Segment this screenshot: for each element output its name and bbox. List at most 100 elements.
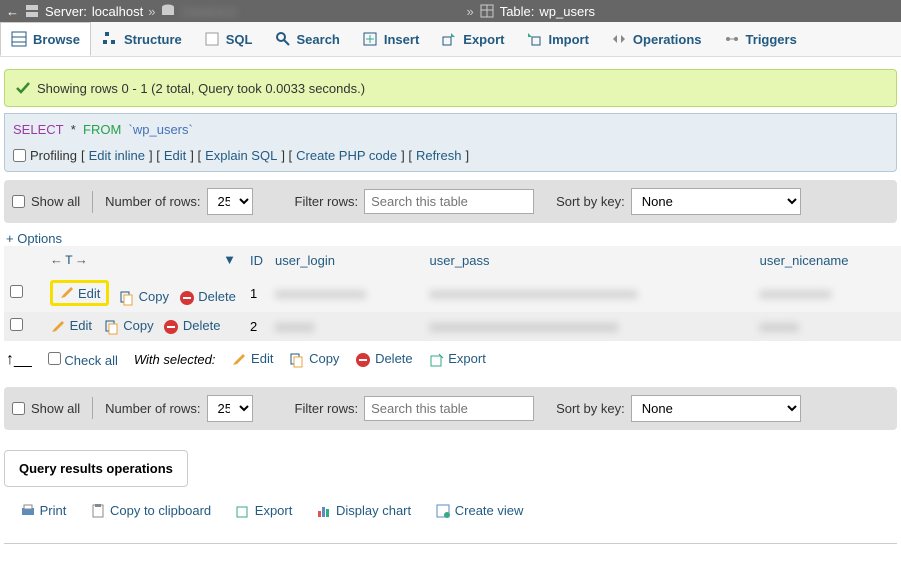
separator: »	[148, 4, 155, 19]
copy-link[interactable]: Copy	[123, 318, 153, 333]
filter-label: Filter rows:	[295, 194, 359, 209]
cell-user-nicename: xxxxxxxxxxx	[760, 286, 832, 301]
left-arrow-icon[interactable]: ←	[6, 4, 19, 19]
show-all-checkbox[interactable]	[12, 402, 25, 415]
check-all-checkbox[interactable]	[48, 352, 61, 365]
tab-import[interactable]: Import	[515, 22, 599, 56]
query-box: SELECT * FROM `wp_users` Profiling [ Edi…	[4, 113, 897, 172]
server-link[interactable]: localhost	[92, 4, 143, 19]
success-message: Showing rows 0 - 1 (2 total, Query took …	[4, 69, 897, 107]
export-icon	[441, 31, 457, 47]
table-link[interactable]: wp_users	[539, 4, 595, 19]
chart-link[interactable]: Display chart	[336, 503, 411, 518]
bulk-delete[interactable]: Delete	[375, 351, 413, 366]
col-user-login[interactable]: user_login	[269, 246, 424, 274]
sort-select[interactable]: None	[631, 395, 801, 422]
copy-icon	[104, 319, 120, 335]
sql-icon	[204, 31, 220, 47]
bulk-copy[interactable]: Copy	[309, 351, 339, 366]
database-label[interactable]: Database	[181, 4, 461, 19]
insert-icon	[362, 31, 378, 47]
tab-triggers[interactable]: Triggers	[713, 22, 808, 56]
print-icon	[20, 503, 36, 519]
copy-icon	[119, 290, 135, 306]
cell-user-nicename: xxxxxx	[760, 319, 799, 334]
sort-label: Sort by key:	[556, 194, 625, 209]
col-user-pass[interactable]: user_pass	[424, 246, 754, 274]
operations-icon	[611, 31, 627, 47]
delete-icon	[179, 290, 195, 306]
sort-label: Sort by key:	[556, 401, 625, 416]
export-icon	[235, 503, 251, 519]
results-ops-title: Query results operations	[4, 450, 188, 487]
top-toolbar: Show all Number of rows: 25 Filter rows:…	[4, 180, 897, 223]
import-icon	[526, 31, 542, 47]
edit-link[interactable]: Edit	[78, 286, 100, 301]
show-all-label: Show all	[31, 194, 80, 209]
tab-operations[interactable]: Operations	[600, 22, 713, 56]
tab-browse[interactable]: Browse	[0, 22, 91, 56]
delete-link[interactable]: Delete	[198, 289, 236, 304]
tab-insert[interactable]: Insert	[351, 22, 430, 56]
triggers-icon	[724, 31, 740, 47]
filter-input[interactable]	[364, 396, 534, 421]
col-user-nicename[interactable]: user_nicename	[754, 246, 901, 274]
bulk-export[interactable]: Export	[448, 351, 486, 366]
cell-user-pass: xxxxxxxxxxxxxxxxxxxxxxxxxxxxx	[430, 319, 619, 334]
tab-structure[interactable]: Structure	[91, 22, 193, 56]
edit-link[interactable]: Edit	[70, 318, 92, 333]
query-links: Profiling [ Edit inline ] [ Edit ] [ Exp…	[13, 148, 888, 163]
row-checkbox[interactable]	[10, 318, 23, 331]
column-nav[interactable]: ←T→▼	[44, 246, 244, 274]
export-link[interactable]: Export	[255, 503, 293, 518]
top-tabs: Browse Structure SQL Search Insert Expor…	[0, 22, 901, 57]
filter-input[interactable]	[364, 189, 534, 214]
num-rows-label: Number of rows:	[105, 401, 200, 416]
explain-link[interactable]: Explain SQL	[205, 148, 277, 163]
results-table: ←T→▼ ID user_login user_pass user_nicena…	[4, 246, 901, 341]
cell-user-login: xxxxxx	[275, 319, 314, 334]
show-all-label: Show all	[31, 401, 80, 416]
edit-highlight: Edit	[50, 280, 109, 306]
tab-sql[interactable]: SQL	[193, 22, 264, 56]
with-selected-label: With selected:	[134, 352, 216, 367]
bulk-edit[interactable]: Edit	[251, 351, 273, 366]
bottom-toolbar: Show all Number of rows: 25 Filter rows:…	[4, 387, 897, 430]
bulk-actions: ↑__ Check all With selected: Edit Copy D…	[0, 341, 901, 379]
copy-icon	[289, 352, 305, 368]
num-rows-select[interactable]: 25	[207, 188, 253, 215]
col-id[interactable]: ID	[244, 246, 269, 274]
browse-icon	[11, 31, 27, 47]
row-checkbox[interactable]	[10, 285, 23, 298]
pencil-icon	[231, 352, 247, 368]
print-link[interactable]: Print	[40, 503, 67, 518]
clipboard-link[interactable]: Copy to clipboard	[110, 503, 211, 518]
tab-search[interactable]: Search	[264, 22, 351, 56]
delete-link[interactable]: Delete	[183, 318, 221, 333]
sql-query: SELECT * FROM `wp_users`	[13, 122, 888, 138]
cell-user-pass: xxxxxxxxxxxxxxxxxxxxxxxxxxxxxxxx	[430, 286, 638, 301]
sort-select[interactable]: None	[631, 188, 801, 215]
copy-link[interactable]: Copy	[139, 289, 169, 304]
search-icon	[275, 31, 291, 47]
edit-inline-link[interactable]: Edit inline	[89, 148, 145, 163]
table-row: Edit Copy Delete 2 xxxxxx xxxxxxxxxxxxxx…	[4, 312, 901, 341]
check-all-link[interactable]: Check all	[64, 353, 117, 368]
show-all-checkbox[interactable]	[12, 195, 25, 208]
view-link[interactable]: Create view	[455, 503, 524, 518]
structure-icon	[102, 31, 118, 47]
pencil-icon	[50, 319, 66, 335]
options-toggle[interactable]: + Options	[0, 227, 68, 250]
table-label: Table:	[500, 4, 535, 19]
tab-export[interactable]: Export	[430, 22, 515, 56]
num-rows-select[interactable]: 25	[207, 395, 253, 422]
delete-icon	[355, 352, 371, 368]
edit-link[interactable]: Edit	[164, 148, 186, 163]
server-icon	[24, 3, 40, 19]
profiling-checkbox[interactable]	[13, 149, 26, 162]
php-link[interactable]: Create PHP code	[296, 148, 397, 163]
clipboard-icon	[90, 503, 106, 519]
table-row: Edit Copy Delete 1 xxxxxxxxxxxxxx xxxxxx…	[4, 274, 901, 312]
cell-user-login: xxxxxxxxxxxxxx	[275, 286, 366, 301]
refresh-link[interactable]: Refresh	[416, 148, 462, 163]
